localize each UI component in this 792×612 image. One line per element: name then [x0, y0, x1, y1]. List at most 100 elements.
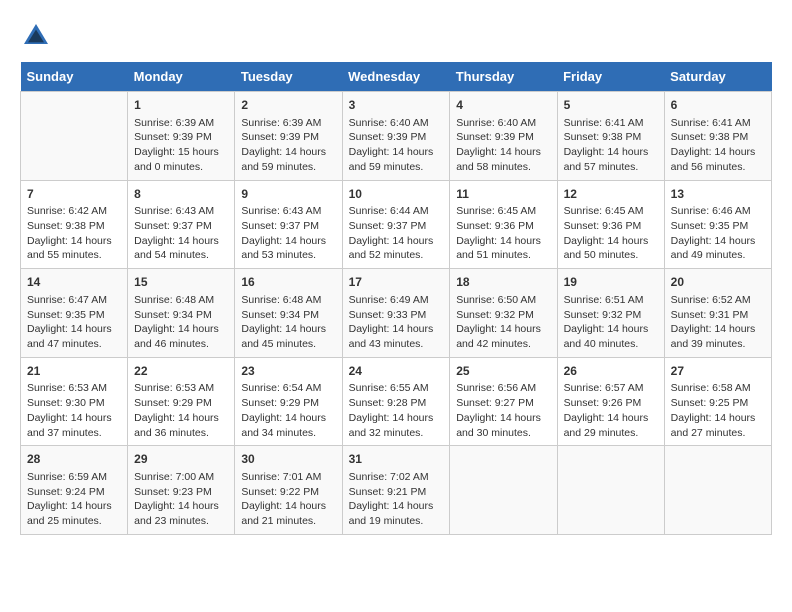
day-number: 13 — [671, 186, 765, 203]
calendar-day-cell: 16 Sunrise: 6:48 AM Sunset: 9:34 PM Dayli… — [235, 269, 342, 358]
day-number: 28 — [27, 451, 121, 468]
day-info: Sunrise: 6:46 AM Sunset: 9:35 PM Dayligh… — [671, 204, 765, 263]
day-number: 10 — [349, 186, 444, 203]
day-number: 31 — [349, 451, 444, 468]
calendar-day-cell: 25Sunrise: 6:56 AM Sunset: 9:27 PM Dayli… — [450, 357, 557, 446]
day-number: 2 — [241, 97, 335, 114]
calendar-day-cell: 1 Sunrise: 6:39 AM Sunset: 9:39 PM Daylig… — [128, 92, 235, 181]
day-number: 22 — [134, 363, 228, 380]
calendar-week-row: 7Sunrise: 6:42 AM Sunset: 9:38 PM Daylig… — [21, 180, 772, 269]
day-number: 15 — [134, 274, 228, 291]
day-info: Sunrise: 6:40 AM Sunset: 9:39 PM Dayligh… — [456, 116, 550, 175]
day-number: 1 — [134, 97, 228, 114]
day-info: Sunrise: 6:55 AM Sunset: 9:28 PM Dayligh… — [349, 381, 444, 440]
day-info: Sunrise: 6:51 AM Sunset: 9:32 PM Dayligh… — [564, 293, 658, 352]
day-number: 7 — [27, 186, 121, 203]
calendar-day-cell: 22Sunrise: 6:53 AM Sunset: 9:29 PM Dayli… — [128, 357, 235, 446]
calendar-table: SundayMondayTuesdayWednesdayThursdayFrid… — [20, 62, 772, 535]
day-of-week-header: Monday — [128, 62, 235, 92]
day-number: 8 — [134, 186, 228, 203]
calendar-day-cell: 17 Sunrise: 6:49 AM Sunset: 9:33 PM Dayli… — [342, 269, 450, 358]
calendar-day-cell: 2 Sunrise: 6:39 AM Sunset: 9:39 PM Daylig… — [235, 92, 342, 181]
day-info: Sunrise: 6:44 AM Sunset: 9:37 PM Dayligh… — [349, 204, 444, 263]
day-info: Sunrise: 6:48 AM Sunset: 9:34 PM Dayligh… — [241, 293, 335, 352]
calendar-day-cell: 6Sunrise: 6:41 AM Sunset: 9:38 PM Daylig… — [664, 92, 771, 181]
calendar-day-cell — [21, 92, 128, 181]
day-number: 18 — [456, 274, 550, 291]
calendar-day-cell: 12Sunrise: 6:45 AM Sunset: 9:36 PM Dayli… — [557, 180, 664, 269]
calendar-week-row: 14 Sunrise: 6:47 AM Sunset: 9:35 PM Dayli… — [21, 269, 772, 358]
day-info: Sunrise: 6:52 AM Sunset: 9:31 PM Dayligh… — [671, 293, 765, 352]
day-number: 14 — [27, 274, 121, 291]
day-info: Sunrise: 6:45 AM Sunset: 9:36 PM Dayligh… — [456, 204, 550, 263]
day-info: Sunrise: 6:53 AM Sunset: 9:29 PM Dayligh… — [134, 381, 228, 440]
day-number: 4 — [456, 97, 550, 114]
calendar-day-cell: 30 Sunrise: 7:01 AM Sunset: 9:22 PM Dayli… — [235, 446, 342, 535]
calendar-week-row: 21Sunrise: 6:53 AM Sunset: 9:30 PM Dayli… — [21, 357, 772, 446]
day-info: Sunrise: 6:54 AM Sunset: 9:29 PM Dayligh… — [241, 381, 335, 440]
day-number: 26 — [564, 363, 658, 380]
day-info: Sunrise: 7:00 AM Sunset: 9:23 PM Dayligh… — [134, 470, 228, 529]
day-number: 12 — [564, 186, 658, 203]
page-header — [20, 20, 772, 52]
day-number: 24 — [349, 363, 444, 380]
day-info: Sunrise: 6:50 AM Sunset: 9:32 PM Dayligh… — [456, 293, 550, 352]
day-of-week-header: Sunday — [21, 62, 128, 92]
day-of-week-header: Wednesday — [342, 62, 450, 92]
logo — [20, 20, 56, 52]
day-info: Sunrise: 6:39 AM Sunset: 9:39 PM Dayligh… — [241, 116, 335, 175]
day-info: Sunrise: 6:58 AM Sunset: 9:25 PM Dayligh… — [671, 381, 765, 440]
calendar-day-cell — [664, 446, 771, 535]
calendar-day-cell: 13Sunrise: 6:46 AM Sunset: 9:35 PM Dayli… — [664, 180, 771, 269]
day-number: 16 — [241, 274, 335, 291]
day-info: Sunrise: 6:45 AM Sunset: 9:36 PM Dayligh… — [564, 204, 658, 263]
day-info: Sunrise: 6:42 AM Sunset: 9:38 PM Dayligh… — [27, 204, 121, 263]
day-info: Sunrise: 6:49 AM Sunset: 9:33 PM Dayligh… — [349, 293, 444, 352]
day-number: 19 — [564, 274, 658, 291]
calendar-day-cell: 20Sunrise: 6:52 AM Sunset: 9:31 PM Dayli… — [664, 269, 771, 358]
day-info: Sunrise: 6:39 AM Sunset: 9:39 PM Dayligh… — [134, 116, 228, 175]
calendar-day-cell: 3 Sunrise: 6:40 AM Sunset: 9:39 PM Daylig… — [342, 92, 450, 181]
calendar-day-cell: 7Sunrise: 6:42 AM Sunset: 9:38 PM Daylig… — [21, 180, 128, 269]
day-info: Sunrise: 7:01 AM Sunset: 9:22 PM Dayligh… — [241, 470, 335, 529]
day-number: 3 — [349, 97, 444, 114]
day-info: Sunrise: 6:47 AM Sunset: 9:35 PM Dayligh… — [27, 293, 121, 352]
day-number: 17 — [349, 274, 444, 291]
day-of-week-header: Saturday — [664, 62, 771, 92]
day-info: Sunrise: 6:57 AM Sunset: 9:26 PM Dayligh… — [564, 381, 658, 440]
calendar-day-cell: 29 Sunrise: 7:00 AM Sunset: 9:23 PM Dayli… — [128, 446, 235, 535]
calendar-day-cell: 24Sunrise: 6:55 AM Sunset: 9:28 PM Dayli… — [342, 357, 450, 446]
calendar-day-cell: 4 Sunrise: 6:40 AM Sunset: 9:39 PM Daylig… — [450, 92, 557, 181]
calendar-day-cell: 18 Sunrise: 6:50 AM Sunset: 9:32 PM Dayli… — [450, 269, 557, 358]
calendar-day-cell: 23Sunrise: 6:54 AM Sunset: 9:29 PM Dayli… — [235, 357, 342, 446]
day-info: Sunrise: 6:41 AM Sunset: 9:38 PM Dayligh… — [671, 116, 765, 175]
day-of-week-header: Tuesday — [235, 62, 342, 92]
day-info: Sunrise: 6:53 AM Sunset: 9:30 PM Dayligh… — [27, 381, 121, 440]
day-number: 9 — [241, 186, 335, 203]
calendar-day-cell: 10Sunrise: 6:44 AM Sunset: 9:37 PM Dayli… — [342, 180, 450, 269]
calendar-day-cell: 14 Sunrise: 6:47 AM Sunset: 9:35 PM Dayli… — [21, 269, 128, 358]
calendar-day-cell: 27Sunrise: 6:58 AM Sunset: 9:25 PM Dayli… — [664, 357, 771, 446]
calendar-day-cell: 11Sunrise: 6:45 AM Sunset: 9:36 PM Dayli… — [450, 180, 557, 269]
calendar-day-cell: 28Sunrise: 6:59 AM Sunset: 9:24 PM Dayli… — [21, 446, 128, 535]
calendar-header-row: SundayMondayTuesdayWednesdayThursdayFrid… — [21, 62, 772, 92]
calendar-day-cell: 8Sunrise: 6:43 AM Sunset: 9:37 PM Daylig… — [128, 180, 235, 269]
calendar-day-cell: 9Sunrise: 6:43 AM Sunset: 9:37 PM Daylig… — [235, 180, 342, 269]
day-number: 29 — [134, 451, 228, 468]
day-of-week-header: Friday — [557, 62, 664, 92]
day-number: 23 — [241, 363, 335, 380]
day-number: 25 — [456, 363, 550, 380]
day-number: 11 — [456, 186, 550, 203]
calendar-day-cell: 31Sunrise: 7:02 AM Sunset: 9:21 PM Dayli… — [342, 446, 450, 535]
day-info: Sunrise: 6:43 AM Sunset: 9:37 PM Dayligh… — [134, 204, 228, 263]
calendar-day-cell — [450, 446, 557, 535]
calendar-day-cell — [557, 446, 664, 535]
day-info: Sunrise: 6:40 AM Sunset: 9:39 PM Dayligh… — [349, 116, 444, 175]
day-of-week-header: Thursday — [450, 62, 557, 92]
calendar-day-cell: 26Sunrise: 6:57 AM Sunset: 9:26 PM Dayli… — [557, 357, 664, 446]
day-info: Sunrise: 6:41 AM Sunset: 9:38 PM Dayligh… — [564, 116, 658, 175]
calendar-week-row: 28Sunrise: 6:59 AM Sunset: 9:24 PM Dayli… — [21, 446, 772, 535]
day-number: 30 — [241, 451, 335, 468]
calendar-day-cell: 19 Sunrise: 6:51 AM Sunset: 9:32 PM Dayli… — [557, 269, 664, 358]
day-info: Sunrise: 6:56 AM Sunset: 9:27 PM Dayligh… — [456, 381, 550, 440]
